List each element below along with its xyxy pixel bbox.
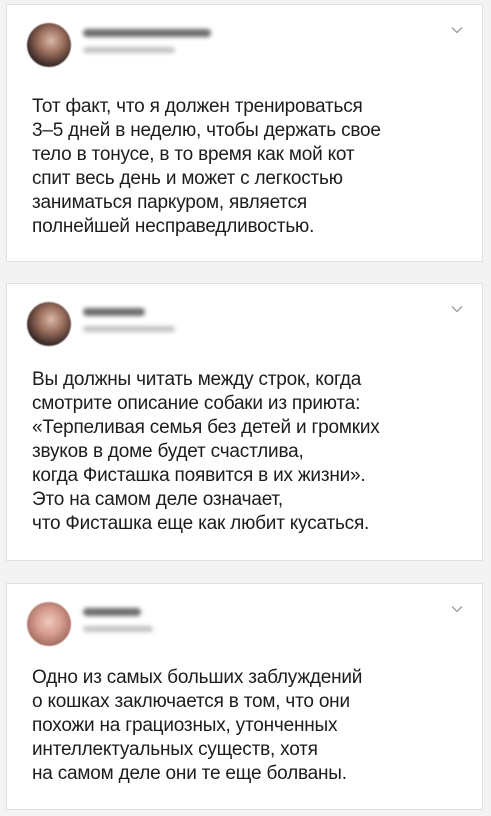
author-name-blurred (83, 29, 211, 37)
tweet-text: Вы должны читать между строк, когда смот… (32, 369, 380, 534)
avatar[interactable] (27, 302, 71, 346)
author-name-blurred (83, 308, 145, 316)
tweet-card: Тот факт, что я должен тренироваться 3–5… (6, 4, 483, 262)
chevron-down-icon[interactable] (450, 302, 464, 316)
author-handle-blurred (83, 326, 175, 332)
avatar[interactable] (27, 602, 71, 646)
chevron-down-icon[interactable] (450, 602, 464, 616)
tweet-text: Одно из самых больших заблуждений о кошк… (32, 667, 363, 784)
author-handle-blurred (83, 47, 175, 53)
chevron-down-icon[interactable] (450, 23, 464, 37)
author-name-blurred (83, 608, 141, 616)
avatar[interactable] (27, 23, 71, 67)
tweet-card: Одно из самых больших заблуждений о кошк… (6, 583, 483, 810)
author-handle-blurred (83, 626, 153, 632)
tweet-text: Тот факт, что я должен тренироваться 3–5… (32, 96, 381, 237)
tweet-card: Вы должны читать между строк, когда смот… (6, 283, 483, 561)
